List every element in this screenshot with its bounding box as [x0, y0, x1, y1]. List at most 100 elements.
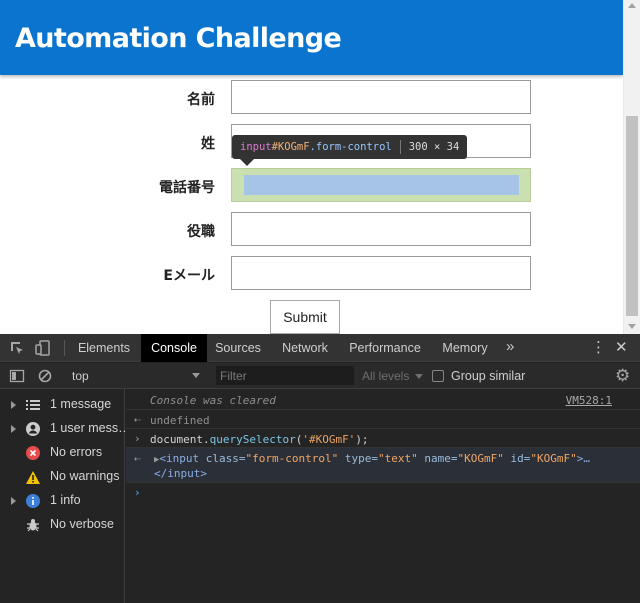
attr-id-name: id= [510, 452, 531, 465]
page-title: Automation Challenge [15, 23, 342, 54]
context-value: top [72, 369, 89, 383]
tab-network[interactable]: Network [272, 334, 338, 362]
close-icon[interactable]: ✕ [615, 334, 628, 362]
expand-caret-icon[interactable] [11, 401, 16, 409]
attr-class-name: class= [205, 452, 246, 465]
sidebar-item-user-messages[interactable]: 1 user mess… [0, 417, 125, 441]
source-link[interactable]: VM528:1 [566, 394, 612, 407]
result-arrow-icon: ⇠ [134, 452, 141, 465]
sidebar-item-verbose[interactable]: No verbose [0, 513, 125, 537]
tab-sources[interactable]: Sources [208, 334, 268, 362]
user-icon [25, 421, 41, 437]
attr-name-value: "KOGmF" [457, 452, 504, 465]
console-toolbar: top All levels Group similar ⚙ [0, 363, 640, 389]
undefined-result: undefined [150, 414, 210, 427]
sidebar-item-label: No verbose [50, 517, 114, 531]
console-row-command: › document.querySelector('#KOGmF'); [126, 429, 640, 448]
console-row-undefined: ⇠ undefined [126, 410, 640, 429]
group-similar-checkbox[interactable] [432, 370, 444, 382]
attr-class-value: "form-control" [245, 452, 339, 465]
group-similar-toggle[interactable]: Group similar [432, 363, 525, 389]
attr-name-name: name= [424, 452, 458, 465]
tooltip-tag: input [240, 141, 272, 153]
page-header: Automation Challenge [0, 0, 623, 75]
tab-performance[interactable]: Performance [342, 334, 428, 362]
list-icon [25, 397, 41, 413]
label-last-name: 姓 [201, 136, 215, 152]
kebab-menu-icon[interactable]: ⋮ [591, 334, 606, 362]
element-result[interactable]: ▶<input class="form-control" type="text"… [154, 452, 590, 465]
tabbar-divider [64, 340, 65, 356]
page-scrollbar[interactable] [623, 0, 640, 334]
tooltip-id: #KOGmF [271, 141, 310, 153]
console-sidebar: 1 message 1 user mess… No errors No warn… [0, 389, 125, 603]
label-first-name: 名前 [187, 92, 215, 108]
scroll-thumb[interactable] [626, 116, 638, 316]
console-command: document.querySelector('#KOGmF'); [150, 433, 369, 446]
gear-icon[interactable]: ⚙ [615, 367, 633, 385]
devtools-tabbar: Elements Console Sources Network Perform… [0, 334, 640, 362]
web-page: Automation Challenge 名前 姓 電話番号 役職 Eメール S… [0, 0, 640, 334]
attr-id-value: "KOGmF" [530, 452, 577, 465]
console-cleared-text: Console was cleared [150, 394, 276, 407]
result-tag-open: <input [159, 452, 200, 465]
tooltip-arrow [240, 159, 254, 166]
expand-caret-icon[interactable] [11, 497, 16, 505]
info-icon [25, 493, 41, 509]
attr-type-name: type= [344, 452, 379, 465]
label-phone: 電話番号 [159, 180, 215, 196]
clear-console-icon[interactable] [37, 368, 53, 384]
chevron-down-icon [192, 373, 200, 378]
chevron-down-icon [415, 374, 424, 380]
result-close-tag: </input> [154, 467, 207, 480]
log-levels-label: All levels [362, 369, 410, 383]
result-arrow-icon: ⇠ [134, 413, 141, 426]
result-tag-end: >… [576, 452, 590, 465]
sidebar-item-info[interactable]: 1 info [0, 489, 125, 513]
sidebar-item-messages[interactable]: 1 message [0, 393, 125, 417]
tab-memory[interactable]: Memory [434, 334, 496, 362]
devtools-panel: Elements Console Sources Network Perform… [0, 334, 640, 603]
screen: Automation Challenge 名前 姓 電話番号 役職 Eメール S… [0, 0, 640, 603]
command-method: querySelector [209, 433, 296, 446]
console-row-cleared: Console was cleared VM528:1 [126, 389, 640, 410]
sidebar-item-errors[interactable]: No errors [0, 441, 125, 465]
expand-caret-icon[interactable] [11, 425, 16, 433]
inspect-tooltip: input #KOGmF .form-control 300 × 34 [232, 135, 468, 159]
inspect-highlight-content [244, 175, 519, 195]
sidebar-item-warnings[interactable]: No warnings [0, 465, 125, 489]
sidebar-item-label: 1 user mess… [50, 421, 125, 435]
console-prompt-row[interactable]: › [126, 483, 640, 502]
email-input[interactable] [231, 256, 531, 290]
console-output[interactable]: Console was cleared VM528:1 ⇠ undefined … [126, 389, 640, 603]
context-selector[interactable]: top [66, 363, 206, 389]
sidebar-item-label: No warnings [50, 469, 120, 483]
log-levels-dropdown[interactable]: All levels [362, 363, 424, 389]
group-similar-label: Group similar [451, 369, 526, 383]
console-filter-input[interactable] [216, 366, 354, 385]
sidebar-toggle-icon[interactable] [9, 368, 25, 384]
input-chevron-icon: › [134, 432, 141, 445]
label-role: 役職 [187, 224, 215, 240]
phone-input[interactable] [231, 168, 531, 202]
submit-button[interactable]: Submit [270, 300, 340, 334]
inspect-element-icon[interactable] [9, 340, 25, 356]
tooltip-size: 300 × 34 [408, 141, 460, 153]
role-input[interactable] [231, 212, 531, 246]
sidebar-item-label: No errors [50, 445, 103, 459]
attr-type-value: "text" [378, 452, 418, 465]
command-object: document. [150, 433, 210, 446]
tooltip-separator [399, 140, 401, 154]
error-icon [25, 445, 41, 461]
tab-elements[interactable]: Elements [70, 334, 138, 362]
scroll-down-arrow-icon[interactable] [628, 324, 636, 329]
first-name-input[interactable] [231, 80, 531, 114]
tab-console[interactable]: Console [141, 334, 207, 362]
console-row-result[interactable]: ⇠ ▶<input class="form-control" type="tex… [126, 448, 640, 483]
device-toolbar-icon[interactable] [35, 340, 51, 356]
tooltip-class: .form-control [309, 141, 392, 153]
command-close: ); [355, 433, 369, 446]
more-tabs-chevron-icon[interactable]: » [506, 334, 514, 362]
scroll-up-arrow-icon[interactable] [628, 3, 636, 8]
prompt-chevron-icon: › [134, 486, 141, 499]
